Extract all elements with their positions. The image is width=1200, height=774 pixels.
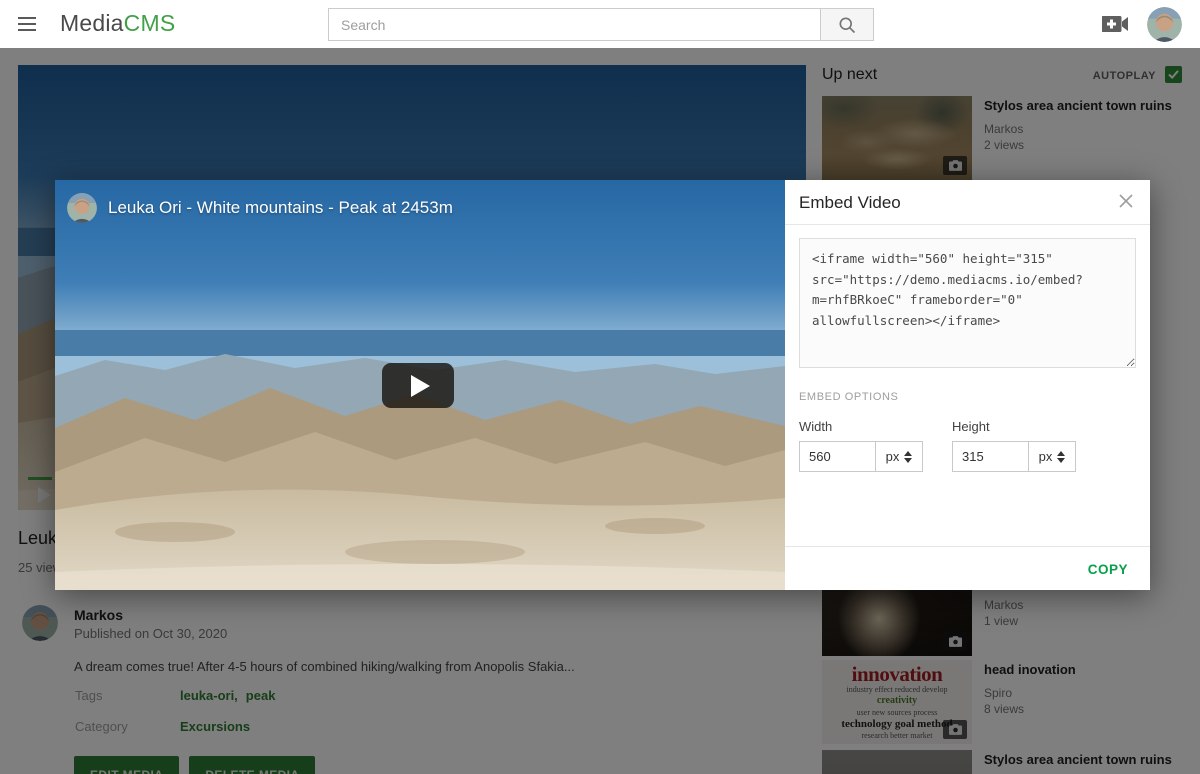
user-avatar-image <box>1147 7 1182 42</box>
stepper-icon <box>904 451 912 463</box>
preview-author-avatar <box>67 193 97 223</box>
video-preview[interactable]: Leuka Ori - White mountains - Peak at 24… <box>55 180 785 590</box>
play-icon <box>411 375 430 397</box>
dialog-footer: COPY <box>785 546 1150 590</box>
stepper-icon <box>1057 451 1065 463</box>
preview-title-bar: Leuka Ori - White mountains - Peak at 24… <box>55 180 785 236</box>
height-unit-value: px <box>1039 449 1053 464</box>
preview-video-title: Leuka Ori - White mountains - Peak at 24… <box>108 198 453 218</box>
dialog-header: Embed Video <box>785 180 1150 225</box>
embed-code-textarea[interactable]: <iframe width="560" height="315" src="ht… <box>799 238 1136 368</box>
width-input[interactable] <box>799 441 876 472</box>
height-unit-select[interactable]: px <box>1028 441 1076 472</box>
height-input[interactable] <box>952 441 1029 472</box>
dialog-body: <iframe width="560" height="315" src="ht… <box>785 225 1150 545</box>
width-label: Width <box>799 419 923 434</box>
hamburger-icon <box>18 17 36 19</box>
embed-dialog: Embed Video <iframe width="560" height="… <box>785 180 1150 590</box>
search-icon <box>837 15 857 35</box>
preview-avatar-image <box>67 193 97 223</box>
mediacms-app: MediaCMS <box>0 0 1200 774</box>
copy-button[interactable]: COPY <box>1080 558 1136 581</box>
width-option: Width px <box>799 419 923 472</box>
upload-video-icon[interactable] <box>1102 13 1129 35</box>
logo-cms-text: CMS <box>124 10 176 36</box>
width-unit-select[interactable]: px <box>875 441 923 472</box>
user-avatar[interactable] <box>1147 7 1182 42</box>
embed-options-label: EMBED OPTIONS <box>799 391 898 403</box>
dialog-title: Embed Video <box>799 193 901 213</box>
height-option: Height px <box>952 419 1076 472</box>
top-bar: MediaCMS <box>0 0 1200 48</box>
header-actions <box>1102 0 1182 48</box>
close-button[interactable] <box>1115 191 1137 213</box>
play-button[interactable] <box>382 363 454 408</box>
search-input[interactable] <box>328 8 820 41</box>
close-icon <box>1116 191 1136 211</box>
hamburger-menu-button[interactable] <box>18 13 42 35</box>
logo-media-text: Media <box>60 10 124 36</box>
logo[interactable]: MediaCMS <box>60 10 175 37</box>
search-button[interactable] <box>820 8 874 41</box>
embed-popup: Leuka Ori - White mountains - Peak at 24… <box>55 180 1150 590</box>
width-unit-value: px <box>886 449 900 464</box>
height-label: Height <box>952 419 1076 434</box>
search-bar <box>328 8 874 41</box>
